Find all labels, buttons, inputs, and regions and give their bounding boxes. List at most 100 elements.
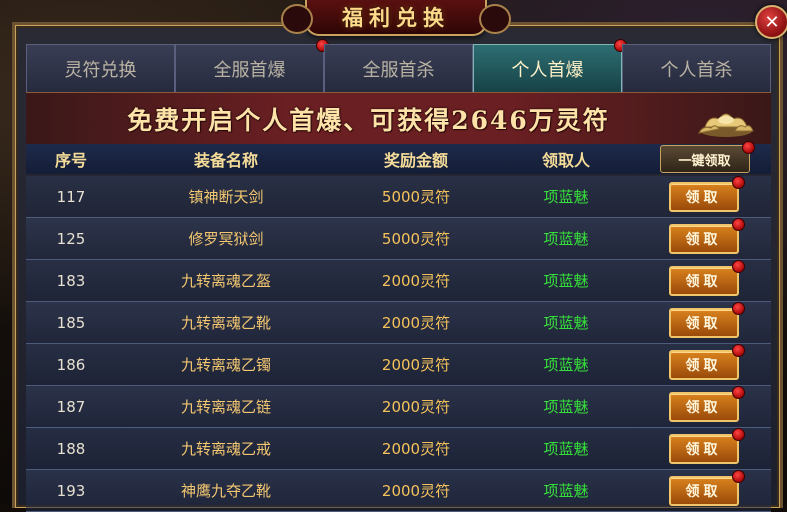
- row-action-cell: 领取: [636, 217, 771, 254]
- row-claimer: 项蓝魅: [543, 314, 589, 332]
- gold-ingot-icon: [698, 113, 754, 137]
- claim-button[interactable]: 领取: [668, 343, 745, 380]
- row-id: 187: [56, 397, 86, 416]
- table-header: 序号 装备名称 奖励金额 领取人 一键领取: [26, 141, 771, 174]
- reward-table: 117 镇神断天剑 5000灵符 项蓝魅 领取 125 修罗冥狱剑 5000灵符 项蓝魅 领取 18…: [26, 175, 771, 512]
- banner-text: 免费开启个人首爆、可获得2646万灵符: [127, 106, 610, 135]
- row-id: 185: [56, 313, 86, 332]
- claim-button[interactable]: 领取: [668, 259, 745, 296]
- notification-dot: [731, 385, 745, 399]
- row-claimer: 项蓝魅: [543, 272, 589, 290]
- notification-dot: [731, 343, 745, 357]
- header-id: 序号: [54, 151, 87, 170]
- tab-label: 灵符兑换: [64, 59, 137, 81]
- row-claimer: 项蓝魅: [543, 356, 589, 374]
- row-item-name: 九转离魂乙镯: [180, 356, 271, 374]
- row-item-name: 神鹰九夺乙靴: [180, 482, 271, 500]
- row-action-cell: 领取: [636, 343, 771, 380]
- row-amount: 5000灵符: [381, 230, 451, 248]
- claim-label: 领取: [685, 231, 722, 248]
- row-id: 193: [56, 481, 86, 500]
- notification-dot: [731, 427, 745, 441]
- row-amount: 2000灵符: [381, 272, 451, 290]
- row-claimer: 项蓝魅: [543, 482, 589, 500]
- claim-button[interactable]: 领取: [668, 301, 745, 338]
- claim-button[interactable]: 领取: [668, 385, 745, 422]
- row-action-cell: 领取: [636, 385, 771, 422]
- row-claimer: 项蓝魅: [543, 398, 589, 416]
- table-row: 188 九转离魂乙戒 2000灵符 项蓝魅 领取: [26, 427, 771, 470]
- claim-button[interactable]: 领取: [668, 217, 745, 254]
- header-actions: 一键领取: [636, 141, 771, 173]
- row-id: 188: [56, 439, 86, 458]
- claim-button[interactable]: 领取: [668, 469, 745, 506]
- table-row: 187 九转离魂乙链 2000灵符 项蓝魅 领取: [26, 385, 771, 428]
- claim-button[interactable]: 领取: [668, 175, 745, 212]
- row-amount: 2000灵符: [381, 398, 451, 416]
- claim-label: 领取: [685, 273, 722, 290]
- tab-0[interactable]: 灵符兑换: [26, 44, 175, 92]
- table-row: 183 九转离魂乙盔 2000灵符 项蓝魅 领取: [26, 259, 771, 302]
- row-action-cell: 领取: [636, 469, 771, 506]
- row-amount: 2000灵符: [381, 440, 451, 458]
- header-claimer: 领取人: [541, 151, 590, 170]
- tab-3[interactable]: 个人首爆: [473, 39, 627, 92]
- tab-2[interactable]: 全服首杀: [324, 44, 473, 92]
- row-item-name: 镇神断天剑: [188, 188, 264, 206]
- row-id: 186: [56, 355, 86, 374]
- notification-dot: [731, 259, 745, 273]
- close-button[interactable]: ✕: [755, 5, 787, 39]
- row-id: 125: [56, 229, 86, 248]
- claim-label: 领取: [685, 315, 722, 332]
- tab-label: 全服首爆: [213, 59, 286, 81]
- row-item-name: 九转离魂乙靴: [180, 314, 271, 332]
- tab-4[interactable]: 个人首杀: [622, 44, 771, 92]
- row-claimer: 项蓝魅: [543, 188, 589, 206]
- close-icon: ✕: [764, 11, 780, 33]
- row-action-cell: 领取: [636, 427, 771, 464]
- row-item-name: 修罗冥狱剑: [188, 230, 264, 248]
- tab-label: 个人首爆: [511, 59, 584, 81]
- claim-label: 领取: [685, 399, 722, 416]
- row-id: 183: [56, 271, 86, 290]
- claim-all-button[interactable]: 一键领取: [659, 141, 755, 173]
- row-amount: 5000灵符: [381, 188, 451, 206]
- claim-label: 领取: [685, 189, 722, 206]
- table-row: 125 修罗冥狱剑 5000灵符 项蓝魅 领取: [26, 217, 771, 260]
- row-item-name: 九转离魂乙盔: [180, 272, 271, 290]
- row-amount: 2000灵符: [381, 314, 451, 332]
- table-row: 117 镇神断天剑 5000灵符 项蓝魅 领取: [26, 175, 771, 218]
- row-amount: 2000灵符: [381, 356, 451, 374]
- claim-label: 领取: [685, 483, 722, 500]
- notification-dot: [741, 141, 755, 154]
- tab-1[interactable]: 全服首爆: [175, 39, 329, 92]
- tab-label: 全服首杀: [362, 59, 435, 81]
- header-amount: 奖励金额: [383, 151, 448, 170]
- row-action-cell: 领取: [636, 175, 771, 212]
- table-row: 185 九转离魂乙靴 2000灵符 项蓝魅 领取: [26, 301, 771, 344]
- row-id: 117: [56, 187, 86, 206]
- row-claimer: 项蓝魅: [543, 230, 589, 248]
- notification-dot: [731, 301, 745, 315]
- claim-button[interactable]: 领取: [668, 427, 745, 464]
- notification-dot: [731, 217, 745, 231]
- table-row: 193 神鹰九夺乙靴 2000灵符 项蓝魅 领取: [26, 469, 771, 512]
- notification-dot: [731, 469, 745, 483]
- claim-all-label: 一键领取: [678, 153, 731, 169]
- row-amount: 2000灵符: [381, 482, 451, 500]
- dialog-title: 福利兑换: [342, 5, 450, 30]
- notification-dot: [731, 175, 745, 189]
- dialog-title-plate: 福利兑换: [281, 0, 511, 36]
- row-action-cell: 领取: [636, 259, 771, 296]
- header-name: 装备名称: [193, 151, 258, 170]
- table-row: 186 九转离魂乙镯 2000灵符 项蓝魅 领取: [26, 343, 771, 386]
- claim-label: 领取: [685, 357, 722, 374]
- claim-label: 领取: [685, 441, 722, 458]
- row-claimer: 项蓝魅: [543, 440, 589, 458]
- row-item-name: 九转离魂乙戒: [180, 440, 271, 458]
- tab-bar: 灵符兑换 全服首爆 全服首杀 个人首爆 个人首杀: [26, 39, 771, 92]
- row-item-name: 九转离魂乙链: [180, 398, 271, 416]
- promo-banner: 免费开启个人首爆、可获得2646万灵符: [26, 92, 771, 146]
- tab-label: 个人首杀: [660, 59, 733, 81]
- row-action-cell: 领取: [636, 301, 771, 338]
